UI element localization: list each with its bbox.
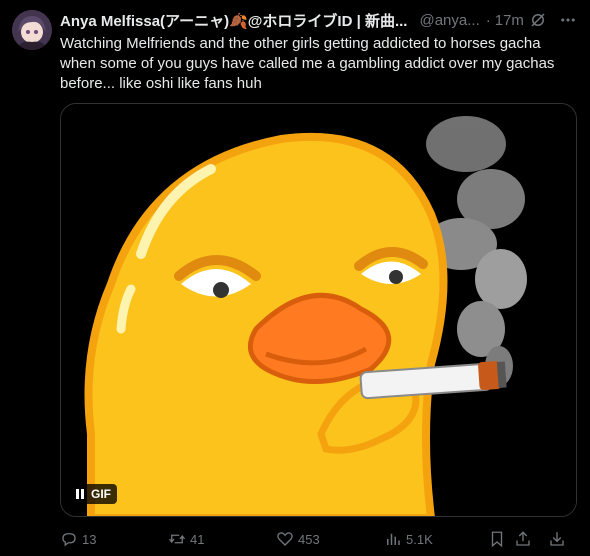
gif-badge[interactable]: GIF	[69, 484, 117, 504]
like-button[interactable]: 453	[276, 530, 384, 548]
like-count: 453	[298, 531, 320, 547]
download-button[interactable]	[548, 530, 568, 548]
views-icon	[387, 533, 400, 545]
repost-icon	[168, 534, 186, 544]
views-count: 5.1K	[406, 531, 433, 547]
avatar[interactable]	[12, 10, 52, 50]
grok-icon[interactable]	[528, 10, 548, 30]
display-name[interactable]: Anya Melfissa(アーニャ)🍂@ホロライブID | 新曲...	[60, 10, 407, 31]
bookmark-icon	[491, 531, 503, 548]
download-icon	[550, 532, 564, 546]
gif-label: GIF	[91, 487, 111, 501]
tweet: Anya Melfissa(アーニャ)🍂@ホロライブID | 新曲... @an…	[0, 0, 590, 556]
share-button[interactable]	[514, 530, 548, 548]
reply-count: 13	[82, 531, 97, 547]
separator-dot: ·	[485, 11, 491, 29]
timestamp[interactable]: 17m	[495, 12, 524, 29]
action-bar: 13 41 453 5.1K	[60, 528, 578, 550]
repost-button[interactable]: 41	[168, 530, 276, 548]
heart-icon	[277, 532, 293, 546]
views-button[interactable]: 5.1K	[384, 530, 488, 548]
reply-icon	[62, 533, 76, 547]
handle[interactable]: @anya...	[419, 12, 479, 29]
tweet-text: Watching Melfriends and the other girls …	[60, 35, 555, 92]
smoking-duck-image	[61, 104, 576, 516]
share-icon	[516, 531, 530, 546]
repost-count: 41	[190, 531, 205, 547]
more-icon[interactable]	[558, 10, 578, 30]
bookmark-button[interactable]	[488, 530, 514, 548]
tweet-header: Anya Melfissa(アーニャ)🍂@ホロライブID | 新曲... @an…	[60, 10, 578, 30]
pause-icon[interactable]	[75, 488, 85, 500]
reply-button[interactable]: 13	[60, 530, 168, 548]
gif-media[interactable]	[60, 103, 577, 517]
